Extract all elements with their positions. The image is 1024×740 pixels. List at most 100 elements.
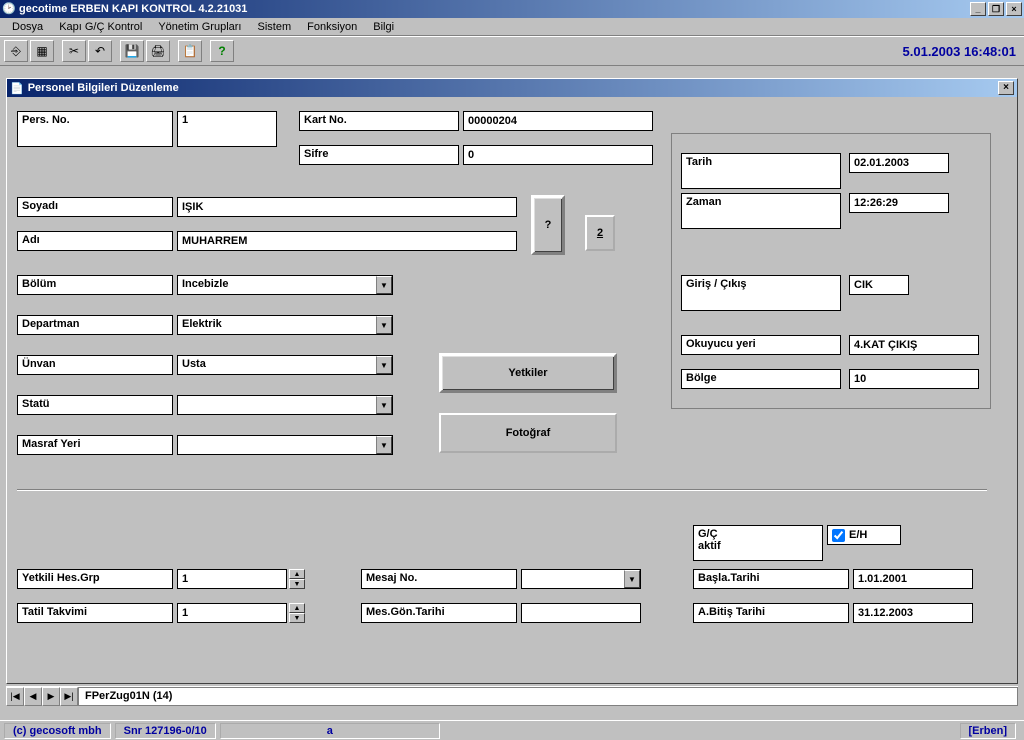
nav-first[interactable]: |◀ [6,687,24,706]
toolbar-undo[interactable]: ↶ [88,40,112,62]
field-giris-cikis: CIK [849,275,909,295]
combo-bolum[interactable]: Incebizle▼ [177,275,393,295]
toolbar-cut[interactable]: ✂ [62,40,86,62]
field-tatil[interactable]: 1 [177,603,287,623]
field-mes-gon[interactable] [521,603,641,623]
menu-bilgi[interactable]: Bilgi [365,19,402,35]
main-titlebar: 🕑 gecotime ERBEN KAPI KONTROL 4.2.21031 … [0,0,1024,18]
chevron-down-icon[interactable]: ▼ [376,276,392,294]
help-button[interactable]: ? [531,195,565,255]
nav-next[interactable]: ▶ [42,687,60,706]
toolbar-grid[interactable]: ▦ [30,40,54,62]
combo-statu[interactable]: ▼ [177,395,393,415]
label-gc-aktif: G/Ç aktif [693,525,823,561]
menu-kapi[interactable]: Kapı G/Ç Kontrol [51,19,150,35]
form-area: Pers. No. 1 Kart No. 00000204 Sifre 0 So… [7,97,1017,683]
label-pers-no: Pers. No. [17,111,173,147]
chevron-down-icon[interactable]: ▼ [376,436,392,454]
label-bolge: Bölge [681,369,841,389]
chevron-down-icon[interactable]: ▼ [624,570,640,588]
nav-last[interactable]: ▶| [60,687,78,706]
fotograf-button[interactable]: Fotoğraf [439,413,617,453]
chevron-down-icon[interactable]: ▼ [376,356,392,374]
document-icon: 📄 [10,82,24,95]
app-icon: 🕑 [2,2,16,16]
label-bolum: Bölüm [17,275,173,295]
label-basla: Başla.Tarihi [693,569,849,589]
field-sifre[interactable]: 0 [463,145,653,165]
label-masraf: Masraf Yeri [17,435,173,455]
label-unvan: Ünvan [17,355,173,375]
spin-up-icon[interactable]: ▲ [289,569,305,579]
menu-sistem[interactable]: Sistem [250,19,300,35]
label-yetkili: Yetkili Hes.Grp [17,569,173,589]
app-title: gecotime ERBEN KAPI KONTROL 4.2.21031 [19,3,247,15]
label-kart-no: Kart No. [299,111,459,131]
label-bitis: A.Bitiş Tarihi [693,603,849,623]
status-copyright: (c) gecosoft mbh [4,723,111,739]
menu-dosya[interactable]: Dosya [4,19,51,35]
toolbar-print[interactable]: 🖨 [146,40,170,62]
chevron-down-icon[interactable]: ▼ [376,396,392,414]
label-tatil: Tatil Takvimi [17,603,173,623]
checkbox-eh[interactable]: E/H [827,525,901,545]
status-snr: Snr 127196-0/10 [115,723,216,739]
minimize-button[interactable]: _ [970,2,986,16]
field-soyadi[interactable]: IŞIK [177,197,517,217]
close-button[interactable]: × [1006,2,1022,16]
chevron-down-icon[interactable]: ▼ [376,316,392,334]
field-bolge: 10 [849,369,979,389]
nav-text: FPerZug01N (14) [78,687,1018,706]
eh-checkbox-input[interactable] [832,529,845,542]
subwindow-title: Personel Bilgileri Düzenleme [28,82,179,94]
label-adi: Adı [17,231,173,251]
combo-departman[interactable]: Elektrik▼ [177,315,393,335]
record-navigator: |◀ ◀ ▶ ▶| FPerZug01N (14) [6,686,1018,706]
field-adi[interactable]: MUHARREM [177,231,517,251]
restore-button[interactable]: ❐ [988,2,1004,16]
label-mes-gon: Mes.Gön.Tarihi [361,603,517,623]
label-soyadi: Soyadı [17,197,173,217]
subwindow-titlebar: 📄 Personel Bilgileri Düzenleme × [7,79,1017,97]
personnel-edit-window: 📄 Personel Bilgileri Düzenleme × Pers. N… [6,78,1018,684]
combo-masraf[interactable]: ▼ [177,435,393,455]
spin-down-icon[interactable]: ▼ [289,613,305,623]
field-okuyucu: 4.KAT ÇIKIŞ [849,335,979,355]
field-basla[interactable]: 1.01.2001 [853,569,973,589]
divider [17,489,987,491]
toolbar-save[interactable]: 💾 [120,40,144,62]
label-giris-cikis: Giriş / Çıkış [681,275,841,311]
yetkiler-button[interactable]: Yetkiler [439,353,617,393]
label-departman: Departman [17,315,173,335]
menubar: Dosya Kapı G/Ç Kontrol Yönetim Grupları … [0,18,1024,36]
clock: 5.01.2003 16:48:01 [903,44,1016,59]
nav-prev[interactable]: ◀ [24,687,42,706]
eh-label: E/H [849,529,867,541]
toolbar-exit[interactable]: ⎆ [4,40,28,62]
statusbar: (c) gecosoft mbh Snr 127196-0/10 a [Erbe… [0,720,1024,740]
spin-up-icon[interactable]: ▲ [289,603,305,613]
field-pers-no[interactable]: 1 [177,111,277,147]
two-button[interactable]: 2 [585,215,615,251]
toolbar-help[interactable]: ? [210,40,234,62]
label-mesaj-no: Mesaj No. [361,569,517,589]
field-kart-no[interactable]: 00000204 [463,111,653,131]
subwindow-close[interactable]: × [998,81,1014,95]
field-zaman: 12:26:29 [849,193,949,213]
status-mid: a [220,723,440,739]
toolbar-copy[interactable]: 📋 [178,40,202,62]
label-zaman: Zaman [681,193,841,229]
spinner-yetkili[interactable]: ▲▼ [289,569,305,589]
menu-yonetim[interactable]: Yönetim Grupları [150,19,249,35]
field-bitis[interactable]: 31.12.2003 [853,603,973,623]
label-sifre: Sifre [299,145,459,165]
label-statu: Statü [17,395,173,415]
label-okuyucu: Okuyucu yeri [681,335,841,355]
status-right: [Erben] [960,723,1017,739]
spin-down-icon[interactable]: ▼ [289,579,305,589]
combo-unvan[interactable]: Usta▼ [177,355,393,375]
menu-fonksiyon[interactable]: Fonksiyon [299,19,365,35]
spinner-tatil[interactable]: ▲▼ [289,603,305,623]
combo-mesaj-no[interactable]: ▼ [521,569,641,589]
field-yetkili[interactable]: 1 [177,569,287,589]
